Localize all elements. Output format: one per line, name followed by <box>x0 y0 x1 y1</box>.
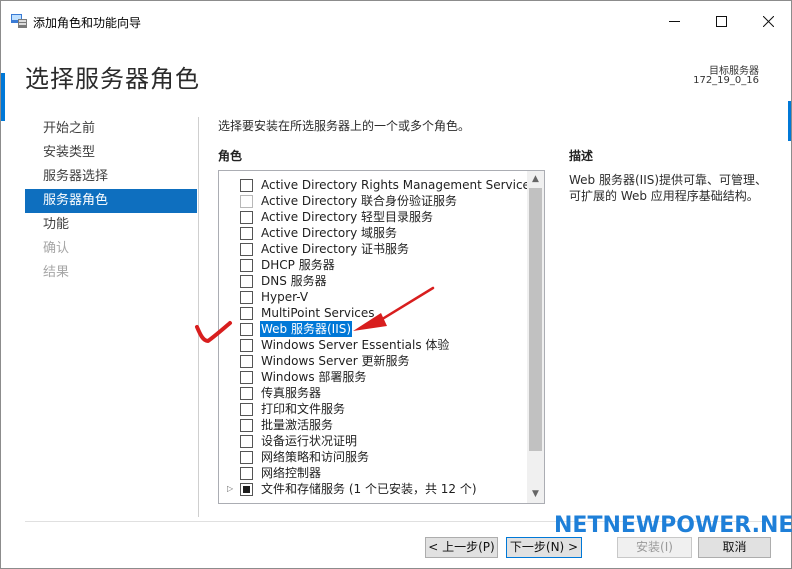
nav-item-installation-type[interactable]: 安装类型 <box>25 141 197 165</box>
role-checkbox[interactable] <box>240 483 253 496</box>
role-label: 文件和存储服务 (1 个已安装，共 12 个) <box>261 482 477 496</box>
expand-arrow-icon[interactable]: ▷ <box>227 484 233 493</box>
role-item[interactable]: DHCP 服务器 <box>219 257 529 273</box>
role-item[interactable]: 网络策略和访问服务 <box>219 449 529 465</box>
role-item[interactable]: 打印和文件服务 <box>219 401 529 417</box>
roles-scrollbar[interactable]: ▲ ▼ <box>527 171 544 503</box>
role-item[interactable]: DNS 服务器 <box>219 273 529 289</box>
role-item[interactable]: ▷ 文件和存储服务 (1 个已安装，共 12 个) <box>219 481 529 497</box>
page-title: 选择服务器角色 <box>25 65 200 93</box>
previous-button[interactable]: < 上一步(P) <box>425 537 498 558</box>
close-button[interactable] <box>745 1 791 41</box>
role-checkbox[interactable] <box>240 211 253 224</box>
role-checkbox[interactable] <box>240 243 253 256</box>
role-item[interactable]: MultiPoint Services <box>219 305 529 321</box>
role-label: 打印和文件服务 <box>261 402 346 416</box>
role-checkbox[interactable] <box>240 419 253 432</box>
role-label: MultiPoint Services <box>261 306 375 320</box>
role-item[interactable]: Active Directory 轻型目录服务 <box>219 209 529 225</box>
role-checkbox[interactable] <box>240 179 253 192</box>
instruction-text: 选择要安装在所选服务器上的一个或多个角色。 <box>218 119 471 133</box>
next-button[interactable]: 下一步(N) > <box>506 537 582 558</box>
role-checkbox[interactable] <box>240 355 253 368</box>
cancel-button[interactable]: 取消 <box>698 537 771 558</box>
role-item[interactable]: Active Directory 联合身份验证服务 <box>219 193 529 209</box>
role-checkbox[interactable] <box>240 195 253 208</box>
role-checkbox[interactable] <box>240 323 253 336</box>
role-label: DHCP 服务器 <box>261 258 335 272</box>
role-item-web-server[interactable]: Web 服务器(IIS) <box>219 321 529 337</box>
role-label: 传真服务器 <box>261 386 322 400</box>
nav-item-server-roles[interactable]: 服务器角色 <box>25 189 197 213</box>
role-label: 设备运行状况证明 <box>261 434 358 448</box>
scroll-thumb[interactable] <box>529 188 542 451</box>
scroll-up-arrow-icon[interactable]: ▲ <box>527 171 544 188</box>
window-title: 添加角色和功能向导 <box>33 16 142 30</box>
role-item[interactable]: 设备运行状况证明 <box>219 433 529 449</box>
role-checkbox[interactable] <box>240 275 253 288</box>
role-item[interactable]: 传真服务器 <box>219 385 529 401</box>
target-server-value: 172_19_0_16 <box>693 75 759 86</box>
role-checkbox[interactable] <box>240 291 253 304</box>
scroll-down-arrow-icon[interactable]: ▼ <box>527 486 544 503</box>
description-heading: 描述 <box>569 149 594 163</box>
role-label: Hyper-V <box>261 290 309 304</box>
roles-heading: 角色 <box>218 149 243 163</box>
role-item[interactable]: Active Directory Rights Management Servi… <box>219 177 536 193</box>
role-label: 网络控制器 <box>261 466 322 480</box>
install-button: 安装(I) <box>617 537 692 558</box>
role-label: Web 服务器(IIS) <box>260 321 353 337</box>
role-checkbox[interactable] <box>240 259 253 272</box>
role-item[interactable]: Hyper-V <box>219 289 529 305</box>
role-label: Windows 部署服务 <box>261 370 367 384</box>
watermark: NETNEWPOWER.NET <box>554 513 792 538</box>
minimize-icon <box>668 20 680 22</box>
role-label: Windows Server Essentials 体验 <box>261 338 450 352</box>
role-label: Active Directory 联合身份验证服务 <box>261 194 458 208</box>
role-item[interactable]: Windows Server 更新服务 <box>219 353 529 369</box>
role-checkbox[interactable] <box>240 403 253 416</box>
role-checkbox[interactable] <box>240 435 253 448</box>
role-item[interactable]: Windows 部署服务 <box>219 369 529 385</box>
role-label: 网络策略和访问服务 <box>261 450 370 464</box>
right-edge-accent <box>788 101 791 141</box>
server-manager-icon <box>11 14 27 28</box>
role-checkbox[interactable] <box>240 227 253 240</box>
role-item[interactable]: 网络控制器 <box>219 465 529 481</box>
role-item[interactable]: Active Directory 域服务 <box>219 225 529 241</box>
wizard-window: 添加角色和功能向导 选择服务器角色 目标服务器 172_19_0_16 开始之前… <box>0 0 792 569</box>
role-label: Windows Server 更新服务 <box>261 354 410 368</box>
role-checkbox[interactable] <box>240 451 253 464</box>
role-checkbox[interactable] <box>240 467 253 480</box>
role-label: DNS 服务器 <box>261 274 327 288</box>
role-label: Active Directory Rights Management Servi… <box>261 178 537 192</box>
left-edge-accent <box>1 73 5 121</box>
role-item[interactable]: Windows Server Essentials 体验 <box>219 337 529 353</box>
nav-item-server-selection[interactable]: 服务器选择 <box>25 165 197 189</box>
nav-item-features[interactable]: 功能 <box>25 213 197 237</box>
role-item[interactable]: 批量激活服务 <box>219 417 529 433</box>
role-label: Active Directory 证书服务 <box>261 242 410 256</box>
nav-divider <box>198 117 199 517</box>
maximize-icon <box>715 15 727 27</box>
minimize-button[interactable] <box>651 1 697 41</box>
role-checkbox[interactable] <box>240 371 253 384</box>
role-checkbox[interactable] <box>240 387 253 400</box>
role-label: 批量激活服务 <box>261 418 334 432</box>
nav-item-results: 结果 <box>43 265 70 280</box>
nav-item-confirmation: 确认 <box>43 241 70 256</box>
title-bar[interactable]: 添加角色和功能向导 <box>1 1 791 41</box>
roles-list[interactable]: Active Directory Rights Management Servi… <box>218 170 545 504</box>
role-checkbox[interactable] <box>240 307 253 320</box>
role-checkbox[interactable] <box>240 339 253 352</box>
wizard-nav: 开始之前 安装类型 服务器选择 服务器角色 功能 确认 结果 <box>25 117 197 285</box>
maximize-button[interactable] <box>698 1 744 41</box>
description-text: Web 服务器(IIS)提供可靠、可管理、可扩展的 Web 应用程序基础结构。 <box>569 173 768 203</box>
role-label: Active Directory 轻型目录服务 <box>261 210 434 224</box>
nav-item-before-you-begin[interactable]: 开始之前 <box>25 117 197 141</box>
role-label: Active Directory 域服务 <box>261 226 398 240</box>
role-item[interactable]: Active Directory 证书服务 <box>219 241 529 257</box>
close-icon <box>762 15 774 27</box>
